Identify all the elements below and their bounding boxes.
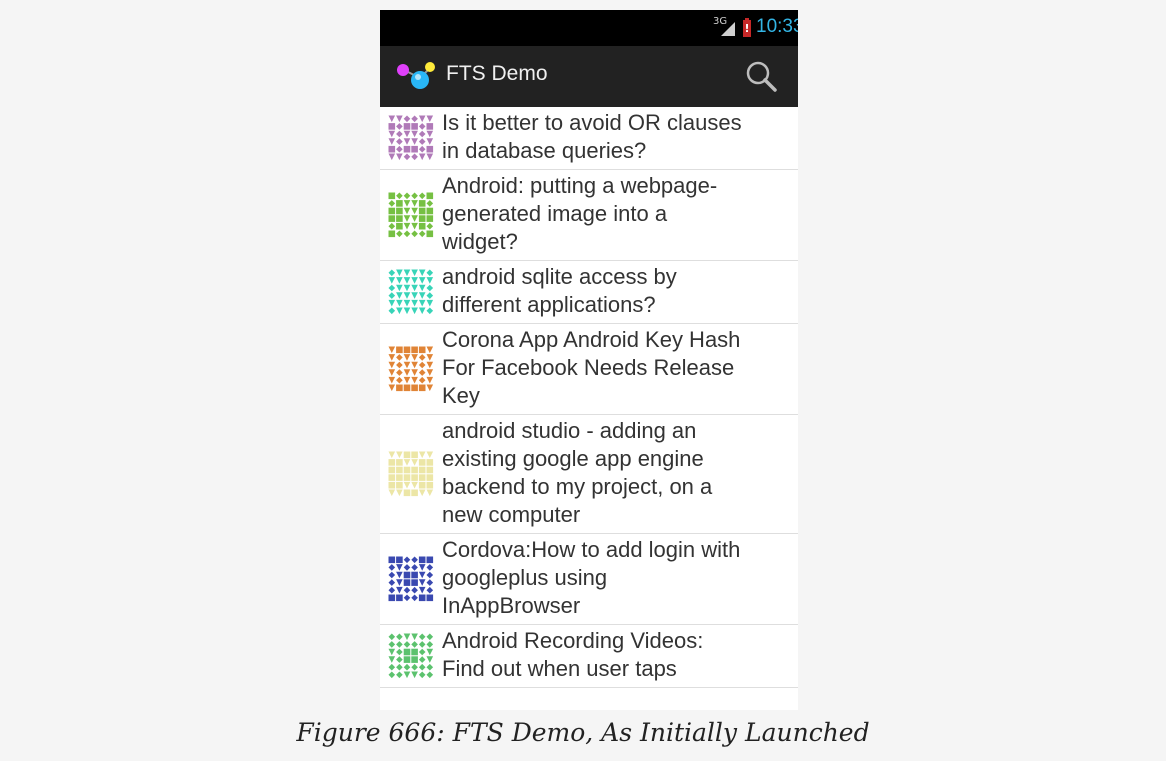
status-bar: 3G 10:33: [380, 10, 798, 46]
battery-icon: [743, 18, 751, 37]
list-item[interactable]: Corona App Android Key Hash For Facebook…: [380, 324, 798, 415]
app-title: FTS Demo: [446, 62, 548, 85]
question-title: Is it better to avoid OR clauses in data…: [442, 110, 742, 163]
list-item[interactable]: android studio - adding an existing goog…: [380, 415, 798, 534]
signal-icon: [721, 22, 735, 36]
question-title: Corona App Android Key Hash For Facebook…: [442, 327, 741, 408]
question-title: android sqlite access by different appli…: [442, 264, 677, 317]
identicon-avatar-icon: [388, 346, 434, 392]
question-title: Android: putting a webpage- generated im…: [442, 173, 718, 254]
phone-screen: 3G 10:33 FTS Demo Is it better to avoid …: [380, 10, 798, 710]
question-list[interactable]: Is it better to avoid OR clauses in data…: [380, 107, 798, 688]
list-item[interactable]: Android: putting a webpage- generated im…: [380, 170, 798, 261]
figure-caption: Figure 666: FTS Demo, As Initially Launc…: [296, 718, 870, 747]
identicon-avatar-icon: [388, 451, 434, 497]
status-time: 10:33: [756, 16, 798, 37]
list-item[interactable]: Cordova:How to add login with googleplus…: [380, 534, 798, 625]
identicon-avatar-icon: [388, 269, 434, 315]
app-logo-icon: [397, 62, 435, 89]
search-icon[interactable]: [740, 56, 782, 98]
identicon-avatar-icon: [388, 556, 434, 602]
question-title: Cordova:How to add login with googleplus…: [442, 537, 741, 618]
question-title: Android Recording Videos: Find out when …: [442, 628, 704, 681]
list-item[interactable]: Is it better to avoid OR clauses in data…: [380, 107, 798, 170]
list-item[interactable]: Android Recording Videos: Find out when …: [380, 625, 798, 688]
action-bar: FTS Demo: [380, 46, 798, 107]
identicon-avatar-icon: [388, 633, 434, 679]
identicon-avatar-icon: [388, 192, 434, 238]
question-title: android studio - adding an existing goog…: [442, 418, 713, 527]
list-item[interactable]: android sqlite access by different appli…: [380, 261, 798, 324]
identicon-avatar-icon: [388, 115, 434, 161]
